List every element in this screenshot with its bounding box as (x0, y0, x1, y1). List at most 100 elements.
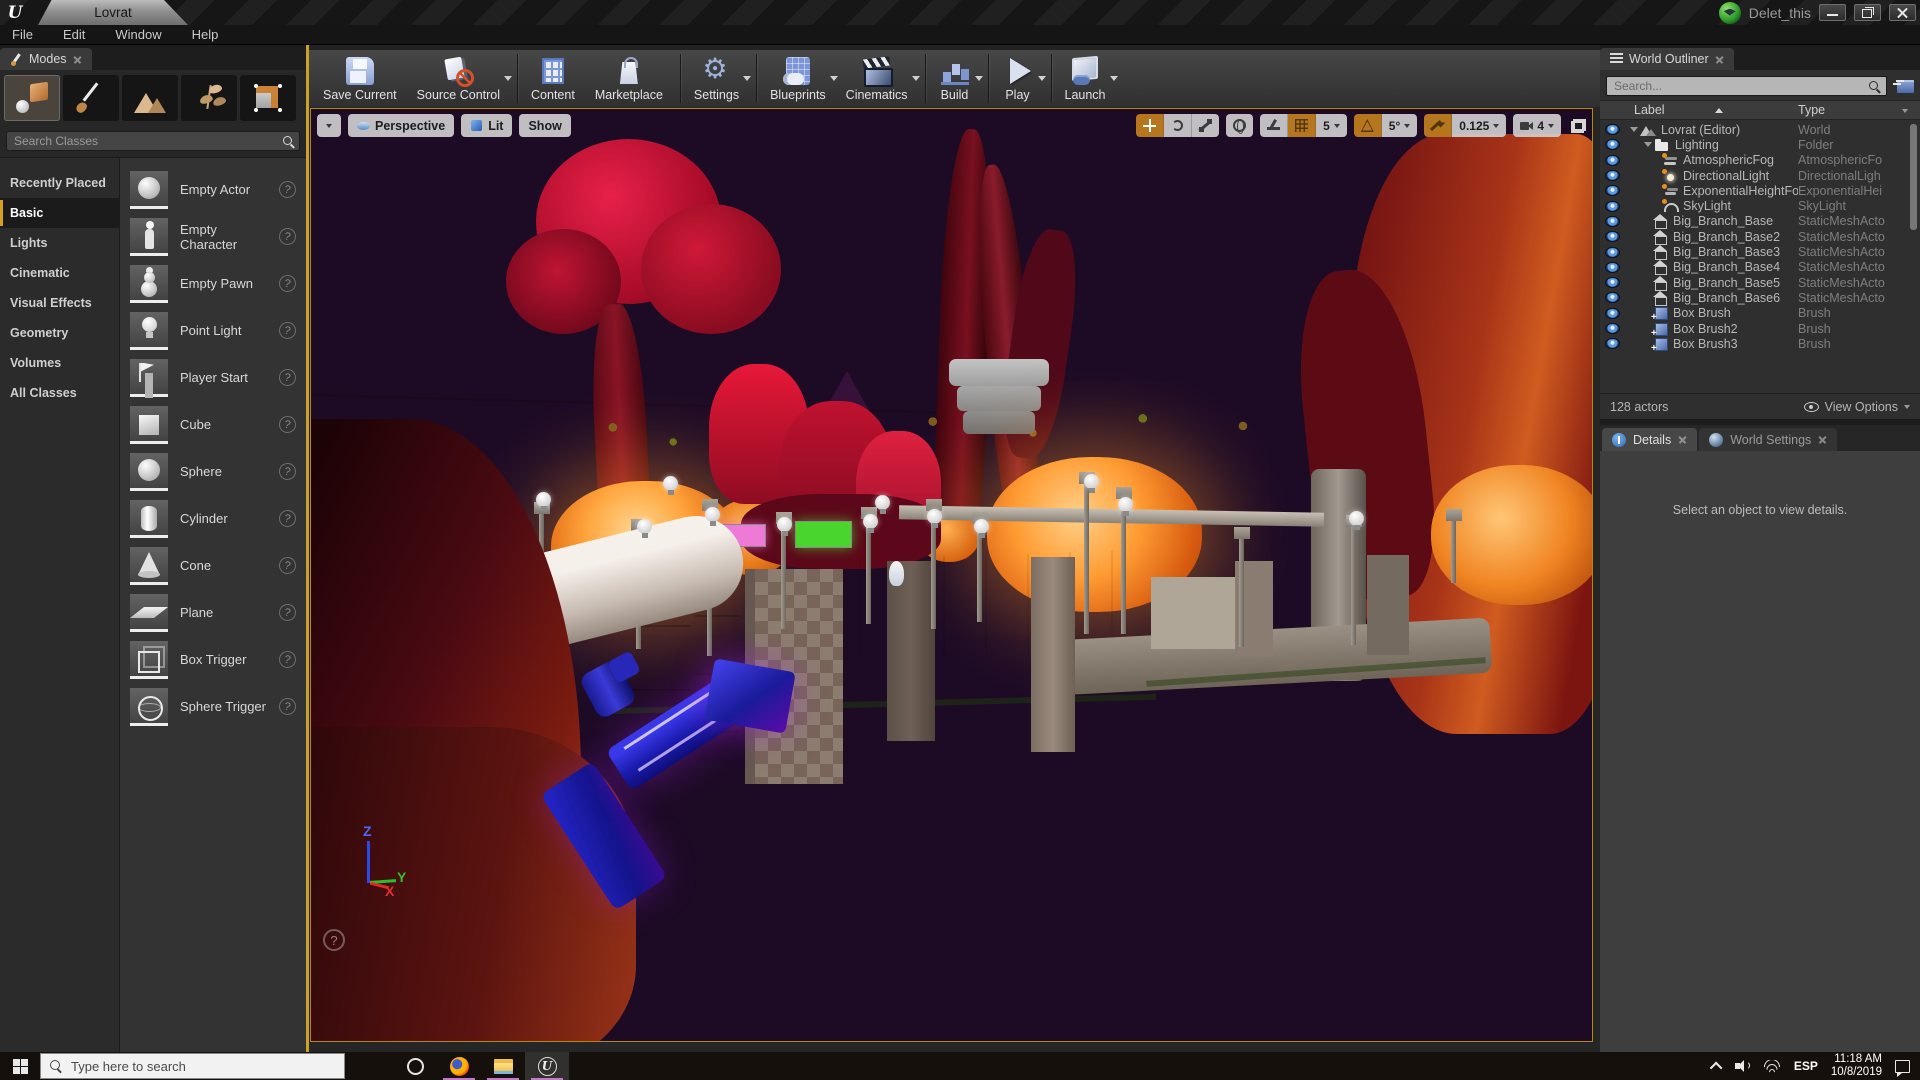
visibility-eye-icon[interactable] (1605, 216, 1620, 227)
unreal-engine-button[interactable]: U (525, 1052, 569, 1080)
visibility-eye-icon[interactable] (1605, 139, 1620, 150)
item-box-trigger[interactable]: Box Trigger? (130, 636, 300, 683)
create-folder-button[interactable] (1892, 78, 1914, 95)
marketplace-button[interactable]: Marketplace (587, 50, 675, 107)
light-bulb-sprite[interactable] (536, 492, 551, 507)
settings-button[interactable]: Settings (686, 50, 751, 107)
visibility-eye-icon[interactable] (1605, 308, 1620, 319)
outliner-row-box-brush[interactable]: Box BrushBrush (1600, 306, 1920, 321)
outliner-row-directionallight[interactable]: DirectionalLightDirectionalLigh (1600, 168, 1920, 183)
build-button[interactable]: Build (931, 50, 983, 107)
light-bulb-sprite[interactable] (705, 507, 720, 522)
content-button[interactable]: Content (523, 50, 587, 107)
item-empty-pawn[interactable]: Empty Pawn? (130, 260, 300, 307)
restore-button[interactable] (1854, 4, 1881, 21)
mode-foliage-button[interactable] (181, 75, 237, 121)
tab-world-settings[interactable]: World Settings (1699, 428, 1837, 451)
outliner-row-atmosphericfog[interactable]: AtmosphericFogAtmosphericFo (1600, 153, 1920, 168)
cortana-button[interactable] (393, 1052, 437, 1080)
item-point-light[interactable]: Point Light? (130, 307, 300, 354)
outliner-row-box-brush2[interactable]: Box Brush2Brush (1600, 321, 1920, 336)
outliner-row-exponentialheightfog[interactable]: ExponentialHeightFogExponentialHei (1600, 183, 1920, 198)
visibility-eye-icon[interactable] (1605, 155, 1620, 166)
language-indicator[interactable]: ESP (1794, 1059, 1818, 1073)
item-cylinder[interactable]: Cylinder? (130, 495, 300, 542)
light-bulb-sprite[interactable] (1084, 474, 1099, 489)
tray-expand-icon[interactable] (1710, 1061, 1723, 1074)
visibility-eye-icon[interactable] (1605, 231, 1620, 242)
outliner-row-big-branch-base5[interactable]: Big_Branch_Base5StaticMeshActo (1600, 275, 1920, 290)
light-bulb-sprite[interactable] (863, 514, 878, 529)
action-center-icon[interactable] (1895, 1060, 1910, 1073)
category-volumes[interactable]: Volumes (0, 348, 119, 378)
visibility-eye-icon[interactable] (1605, 201, 1620, 212)
firefox-button[interactable] (437, 1052, 481, 1080)
category-recently-placed[interactable]: Recently Placed (0, 168, 119, 198)
launch-button[interactable]: Launch (1057, 50, 1118, 107)
taskbar-clock[interactable]: 11:18 AM 10/8/2019 (1831, 1053, 1882, 1079)
viewport[interactable]: Z Y X ? Perspective Lit Show (310, 108, 1593, 1042)
outliner-row-lovrat[interactable]: Lovrat (Editor)World (1600, 122, 1920, 137)
level-tab[interactable]: Lovrat (38, 0, 188, 25)
category-basic[interactable]: Basic (0, 198, 119, 228)
world-outliner-tab[interactable]: World Outliner (1600, 48, 1734, 70)
category-all-classes[interactable]: All Classes (0, 378, 119, 408)
scale-snap-value[interactable]: 0.125 (1452, 114, 1506, 137)
outliner-row-skylight[interactable]: SkyLightSkyLight (1600, 198, 1920, 213)
scale-tool-button[interactable] (1192, 114, 1219, 137)
outliner-row-big-branch-base2[interactable]: Big_Branch_Base2StaticMeshActo (1600, 229, 1920, 244)
maximize-viewport-icon[interactable] (1571, 119, 1586, 133)
volume-icon[interactable] (1735, 1060, 1750, 1072)
mode-place-button[interactable] (4, 75, 60, 121)
outliner-row-big-branch-base6[interactable]: Big_Branch_Base6StaticMeshActo (1600, 290, 1920, 305)
light-bulb-sprite[interactable] (777, 517, 792, 532)
outliner-search-input[interactable] (1607, 77, 1886, 95)
item-sphere[interactable]: Sphere? (130, 448, 300, 495)
wifi-icon[interactable] (1763, 1060, 1781, 1073)
rotate-tool-button[interactable] (1164, 114, 1192, 137)
expander-icon[interactable] (1630, 127, 1638, 136)
close-icon[interactable] (1678, 435, 1687, 444)
expander-icon[interactable] (1644, 142, 1652, 151)
grid-snap-value[interactable]: 5 (1316, 114, 1347, 137)
move-tool-button[interactable] (1136, 114, 1164, 137)
visibility-eye-icon[interactable] (1605, 292, 1620, 303)
visibility-eye-icon[interactable] (1605, 124, 1620, 135)
rotation-snap-toggle[interactable] (1354, 114, 1382, 137)
outliner-row-lighting[interactable]: LightingFolder (1600, 137, 1920, 152)
outliner-row-big-branch-base[interactable]: Big_Branch_BaseStaticMeshActo (1600, 214, 1920, 229)
dropdown-caret-icon[interactable] (504, 76, 512, 85)
menu-edit[interactable]: Edit (63, 27, 85, 42)
scale-snap-toggle[interactable] (1424, 114, 1452, 137)
light-bulb-sprite[interactable] (927, 509, 942, 524)
mode-paint-button[interactable] (63, 75, 119, 121)
perspective-button[interactable]: Perspective (348, 114, 454, 137)
dropdown-caret-icon[interactable] (830, 76, 838, 85)
outliner-row-big-branch-base3[interactable]: Big_Branch_Base3StaticMeshActo (1600, 244, 1920, 259)
item-plane[interactable]: Plane? (130, 589, 300, 636)
menu-window[interactable]: Window (115, 27, 161, 42)
visibility-eye-icon[interactable] (1605, 247, 1620, 258)
title-bar[interactable]: U Lovrat Delet_this (0, 0, 1920, 25)
dropdown-caret-icon[interactable] (912, 76, 920, 85)
item-cube[interactable]: Cube? (130, 401, 300, 448)
category-cinematic[interactable]: Cinematic (0, 258, 119, 288)
dropdown-caret-icon[interactable] (1110, 76, 1118, 85)
show-button[interactable]: Show (519, 114, 570, 137)
visibility-eye-icon[interactable] (1605, 185, 1620, 196)
tab-details[interactable]: Details (1602, 428, 1697, 451)
mode-geometry-button[interactable] (240, 75, 296, 121)
search-classes-input[interactable] (7, 134, 299, 148)
mode-landscape-button[interactable] (122, 75, 178, 121)
menu-help[interactable]: Help (192, 27, 219, 42)
outliner-row-big-branch-base4[interactable]: Big_Branch_Base4StaticMeshActo (1600, 260, 1920, 275)
close-icon[interactable] (1715, 55, 1724, 64)
dropdown-caret-icon[interactable] (975, 76, 983, 85)
lit-mode-button[interactable]: Lit (461, 114, 512, 137)
modes-tab[interactable]: Modes (0, 48, 92, 70)
surface-snap-button[interactable] (1260, 114, 1288, 137)
dropdown-caret-icon[interactable] (743, 76, 751, 85)
viewport-help-icon[interactable]: ? (323, 929, 345, 951)
play-button[interactable]: Play (994, 50, 1046, 107)
close-icon[interactable] (1818, 435, 1827, 444)
